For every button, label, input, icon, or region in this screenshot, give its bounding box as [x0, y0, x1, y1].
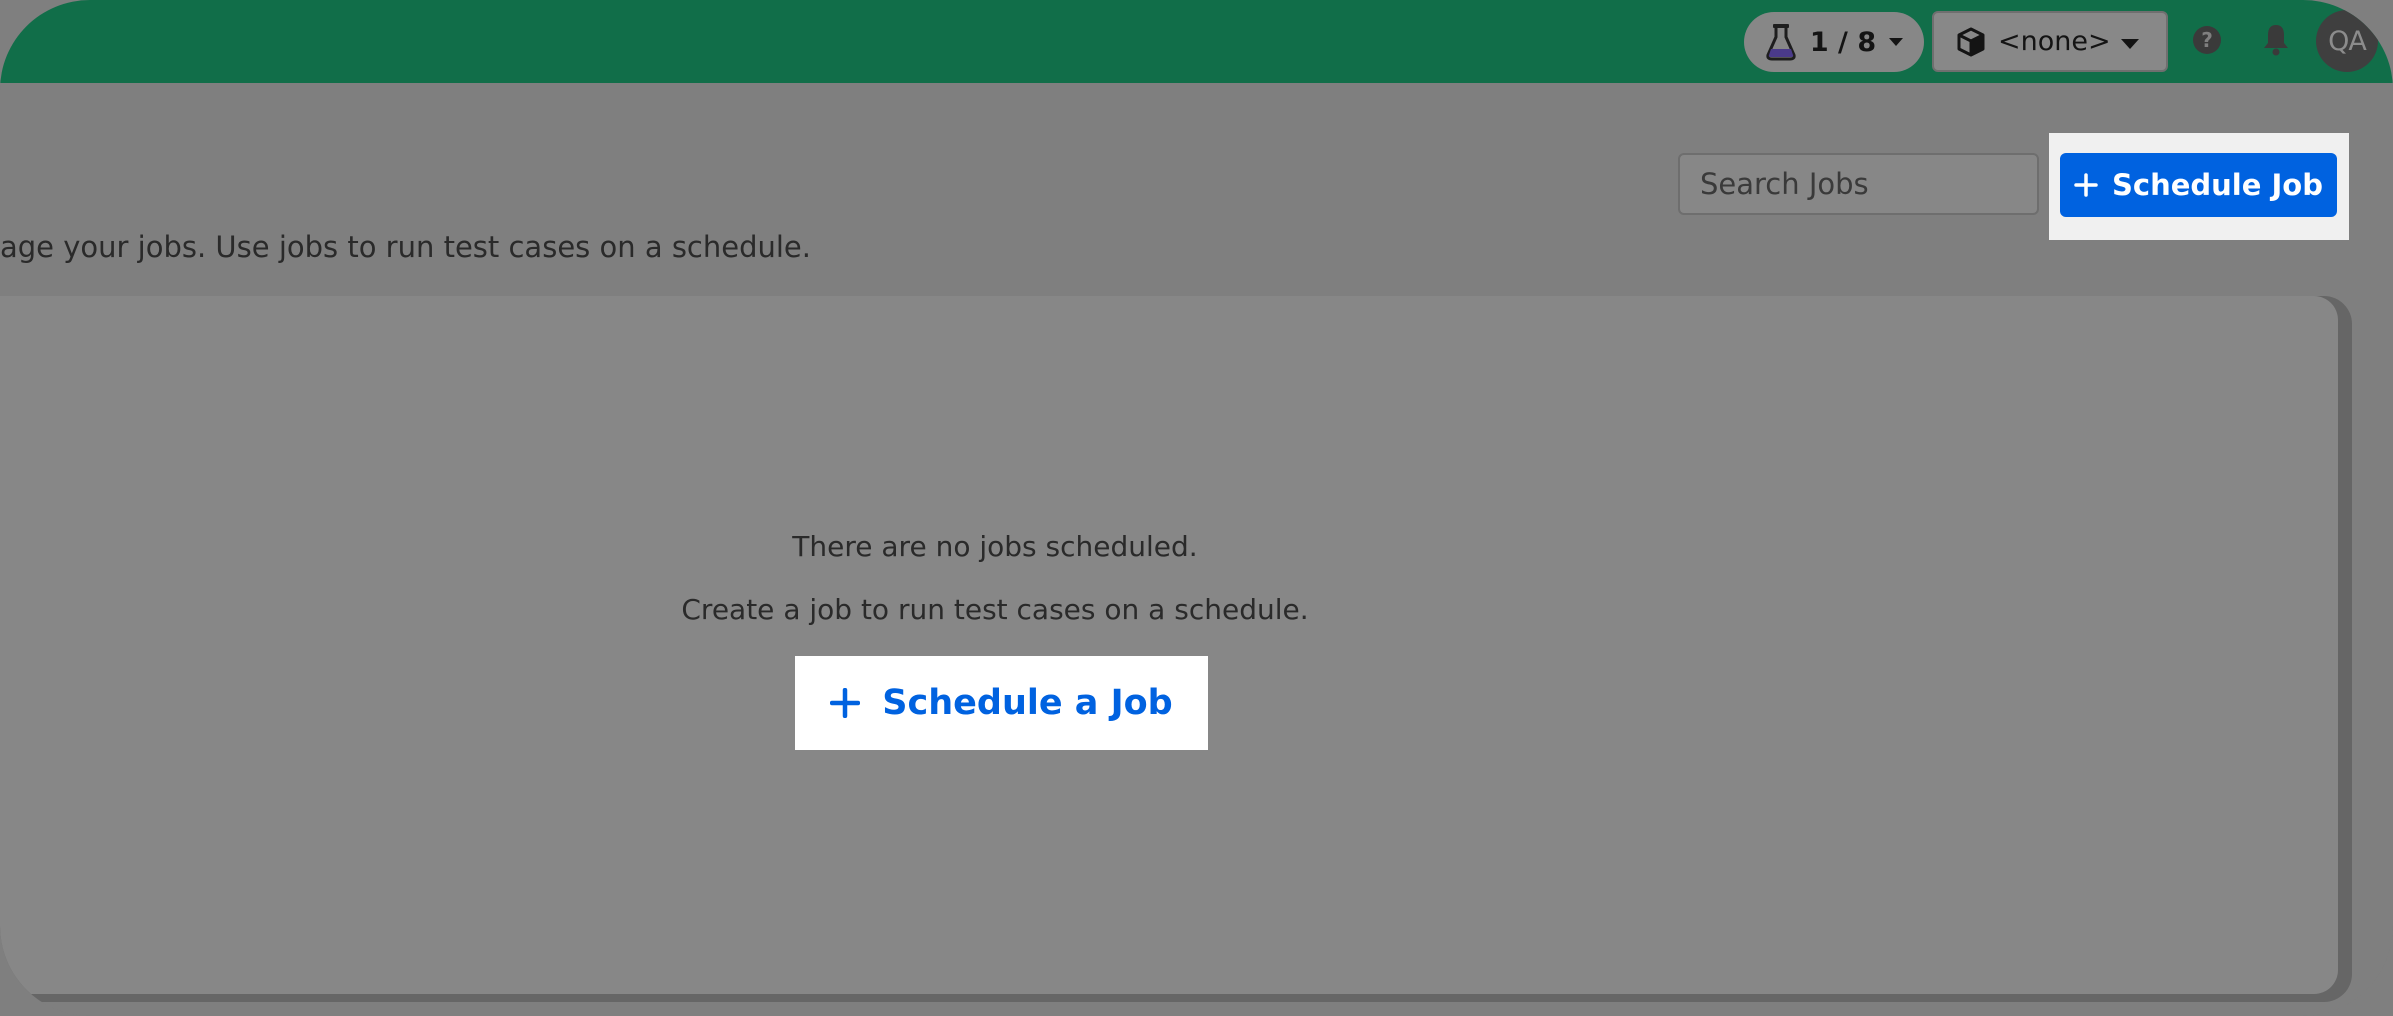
app-window: 1 / 8 <none> ? QA Search Jobs Schedule J…	[0, 0, 2393, 1016]
avatar-initials: QA	[2328, 25, 2367, 57]
page-description: age your jobs. Use jobs to run test case…	[0, 230, 811, 264]
schedule-job-button[interactable]: Schedule Job	[2060, 153, 2337, 217]
bell-icon[interactable]	[2260, 22, 2292, 56]
experiments-count: 1 / 8	[1809, 26, 1877, 58]
plus-icon	[830, 688, 861, 718]
schedule-job-label: Schedule Job	[2112, 168, 2323, 202]
top-nav-bar: 1 / 8 <none> ? QA	[0, 0, 2393, 83]
schedule-a-job-label: Schedule a Job	[882, 683, 1173, 723]
jobs-panel	[0, 296, 2338, 994]
help-circle-icon[interactable]: ?	[2191, 24, 2223, 56]
chevron-down-icon	[1889, 38, 1904, 46]
schedule-a-job-button[interactable]: Schedule a Job	[795, 656, 1208, 750]
chevron-down-icon	[2121, 39, 2139, 49]
environment-value: <none>	[1998, 26, 2111, 57]
plus-icon	[2074, 173, 2098, 197]
app-content: 1 / 8 <none> ? QA Search Jobs Schedule J…	[0, 0, 2393, 1016]
environment-select[interactable]: <none>	[1932, 11, 2168, 72]
svg-text:?: ?	[2201, 28, 2213, 52]
experiments-dropdown[interactable]: 1 / 8	[1744, 12, 1924, 72]
user-avatar[interactable]: QA	[2316, 10, 2378, 72]
cube-icon	[1957, 27, 1985, 56]
empty-state-subtitle: Create a job to run test cases on a sche…	[681, 593, 1309, 626]
flask-icon	[1766, 24, 1796, 61]
empty-state-title: There are no jobs scheduled.	[792, 530, 1198, 563]
search-jobs-input[interactable]	[1678, 153, 2039, 215]
